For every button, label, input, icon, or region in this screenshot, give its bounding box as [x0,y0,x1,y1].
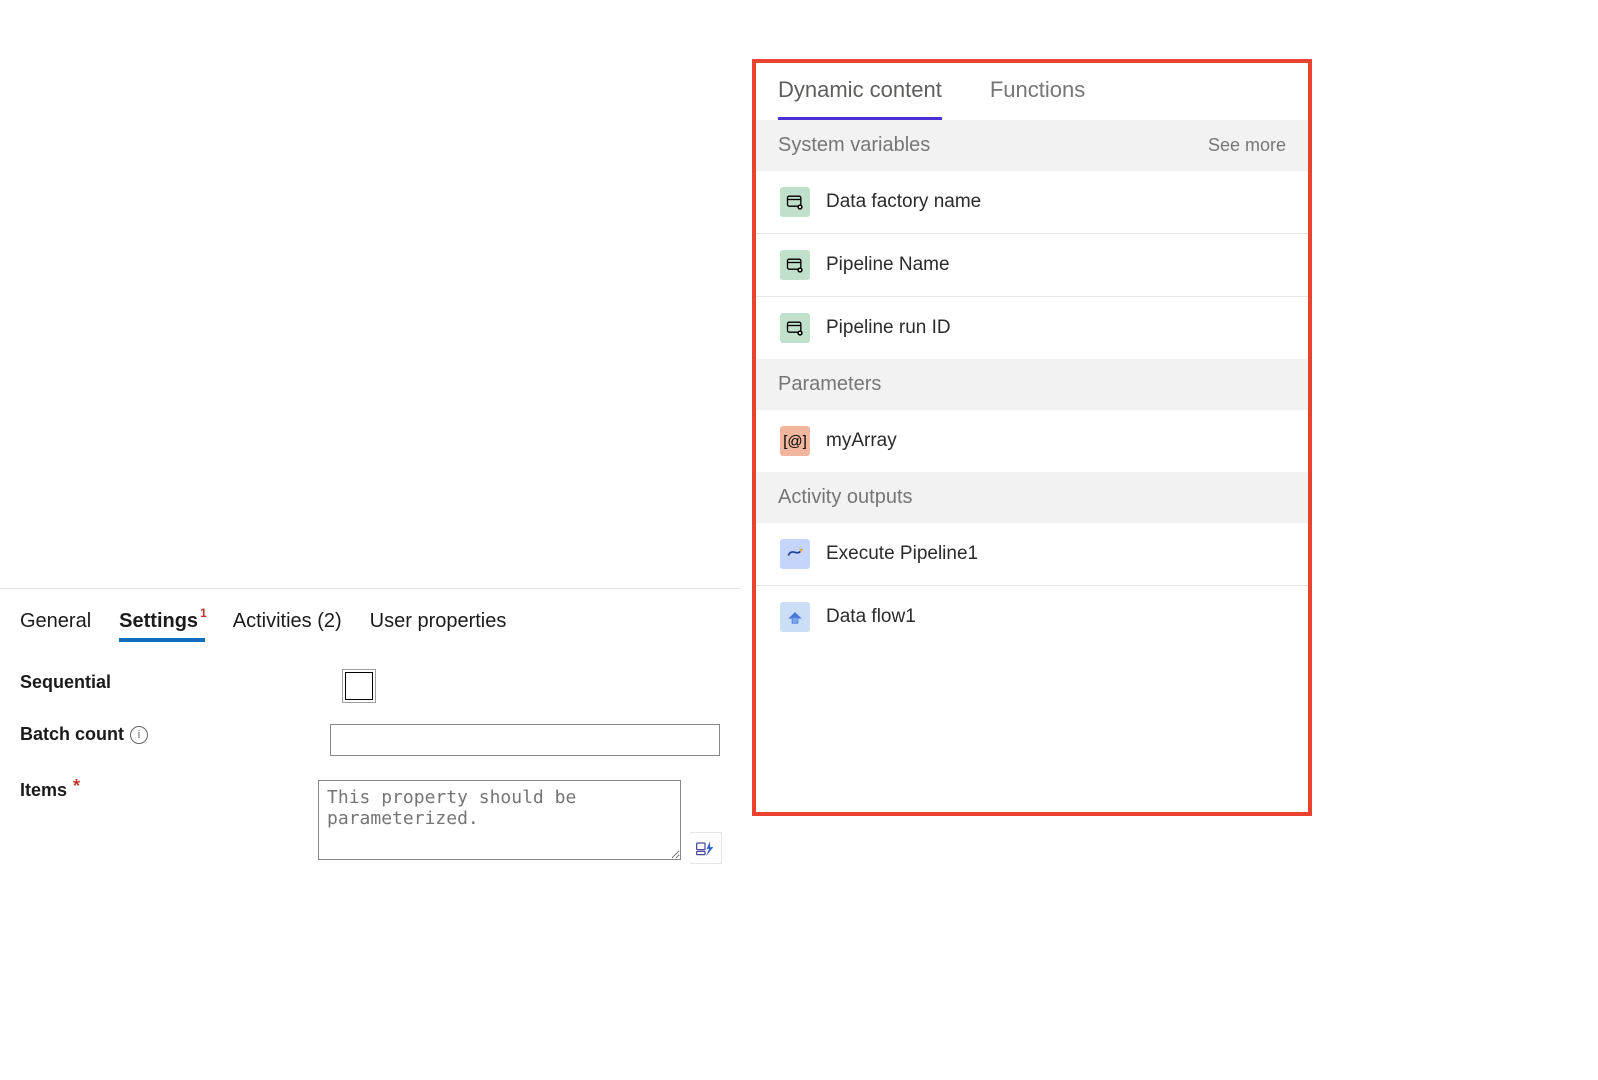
list-item-label: Execute Pipeline1 [826,543,978,565]
item-data-flow1[interactable]: Data flow1 [756,585,1308,648]
required-indicator: * [73,776,80,797]
section-parameters: Parameters [756,359,1308,410]
tab-functions[interactable]: Functions [990,77,1085,120]
system-variables-see-more[interactable]: See more [1208,135,1286,156]
item-pipeline-name[interactable]: Pipeline Name [756,233,1308,296]
tab-settings[interactable]: Settings1 [119,606,205,641]
item-execute-pipeline1[interactable]: Execute Pipeline1 [756,523,1308,585]
list-item-label: Pipeline Name [826,254,950,276]
list-item-label: Data flow1 [826,606,916,628]
sequential-label: Sequential [20,672,345,693]
parameters-title: Parameters [778,373,881,396]
row-items: Items * [0,768,740,872]
dynamic-content-panel: Dynamic content Functions System variabl… [752,59,1312,816]
lightning-icon [695,838,715,858]
parameter-icon: [@] [780,426,810,456]
list-item-label: Data factory name [826,191,981,213]
batch-count-input[interactable] [330,724,720,756]
settings-badge: 1 [200,606,207,620]
activity-outputs-title: Activity outputs [778,486,913,509]
item-pipeline-run-id[interactable]: Pipeline run ID [756,296,1308,359]
items-label-text: Items [20,780,67,801]
batch-count-label: Batch count i [20,724,330,745]
list-item-label: myArray [826,430,897,452]
system-variable-icon [780,187,810,217]
tab-dynamic-content[interactable]: Dynamic content [778,77,942,120]
system-variable-icon [780,313,810,343]
row-batch-count: Batch count i [0,712,740,768]
settings-tabstrip: General Settings1 Activities (2) User pr… [0,589,740,642]
section-activity-outputs: Activity outputs [756,472,1308,523]
item-myarray[interactable]: [@] myArray [756,410,1308,472]
settings-panel: General Settings1 Activities (2) User pr… [0,588,740,872]
items-input[interactable] [318,780,681,860]
system-variables-title: System variables [778,134,930,157]
sequential-checkbox[interactable] [345,672,373,700]
batch-count-label-text: Batch count [20,724,124,745]
item-data-factory-name[interactable]: Data factory name [756,171,1308,233]
dc-tabstrip: Dynamic content Functions [756,63,1308,120]
tab-user-properties[interactable]: User properties [370,606,507,641]
info-icon[interactable]: i [130,726,148,744]
row-sequential: Sequential [0,660,740,712]
tab-general[interactable]: General [20,606,91,641]
list-item-label: Pipeline run ID [826,317,951,339]
data-flow-icon [780,602,810,632]
tab-activities[interactable]: Activities (2) [233,606,342,641]
items-label: Items * [20,780,318,801]
system-variable-icon [780,250,810,280]
section-system-variables: System variables See more [756,120,1308,171]
dynamic-content-button[interactable] [689,832,722,864]
execute-pipeline-icon [780,539,810,569]
tab-settings-label: Settings [119,610,198,632]
